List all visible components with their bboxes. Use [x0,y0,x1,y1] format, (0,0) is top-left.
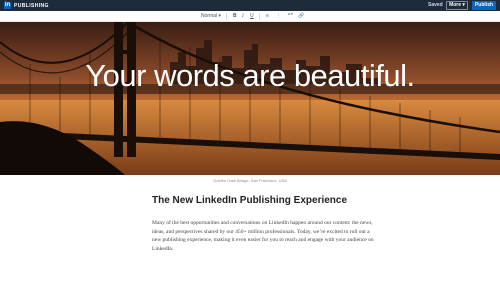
underline-button[interactable]: U [250,13,254,20]
publish-button[interactable]: Publish [472,1,496,10]
image-caption[interactable]: Golden Gate Bridge, San Francisco, USA [0,178,500,183]
numbered-list-icon[interactable]: ⋮ [276,13,281,20]
linkedin-publishing-logo[interactable]: in PUBLISHING [4,2,49,9]
saved-status: Saved [428,2,443,8]
list-icon[interactable]: ≡ [266,13,269,20]
more-label: More [449,2,462,8]
toolbar-divider [259,13,260,20]
linkedin-logo-icon: in [4,2,11,9]
article-title[interactable]: The New LinkedIn Publishing Experience [152,195,392,206]
formatting-toolbar: Normal ▾ B I U ≡ ⋮ “” 🔗 [0,11,500,22]
chevron-down-icon: ▾ [462,2,465,8]
top-navigation-bar: in PUBLISHING Saved More ▾ Publish [0,0,500,11]
hero-headline[interactable]: Your words are beautiful. [0,58,500,94]
chevron-down-icon: ▾ [218,13,222,19]
toolbar-divider [226,13,227,20]
golden-gate-bridge-image [0,22,500,175]
app-name: PUBLISHING [14,2,49,9]
italic-button[interactable]: I [242,13,244,20]
text-style-value: Normal [201,13,218,19]
more-button[interactable]: More ▾ [446,1,468,10]
bold-button[interactable]: B [233,13,237,20]
hero-image[interactable]: Your words are beautiful. [0,22,500,175]
link-icon[interactable]: 🔗 [298,13,304,20]
text-style-select[interactable]: Normal ▾ [201,13,221,20]
quote-button[interactable]: “” [288,13,293,20]
article-body[interactable]: Many of the best opportunities and conve… [152,219,374,253]
